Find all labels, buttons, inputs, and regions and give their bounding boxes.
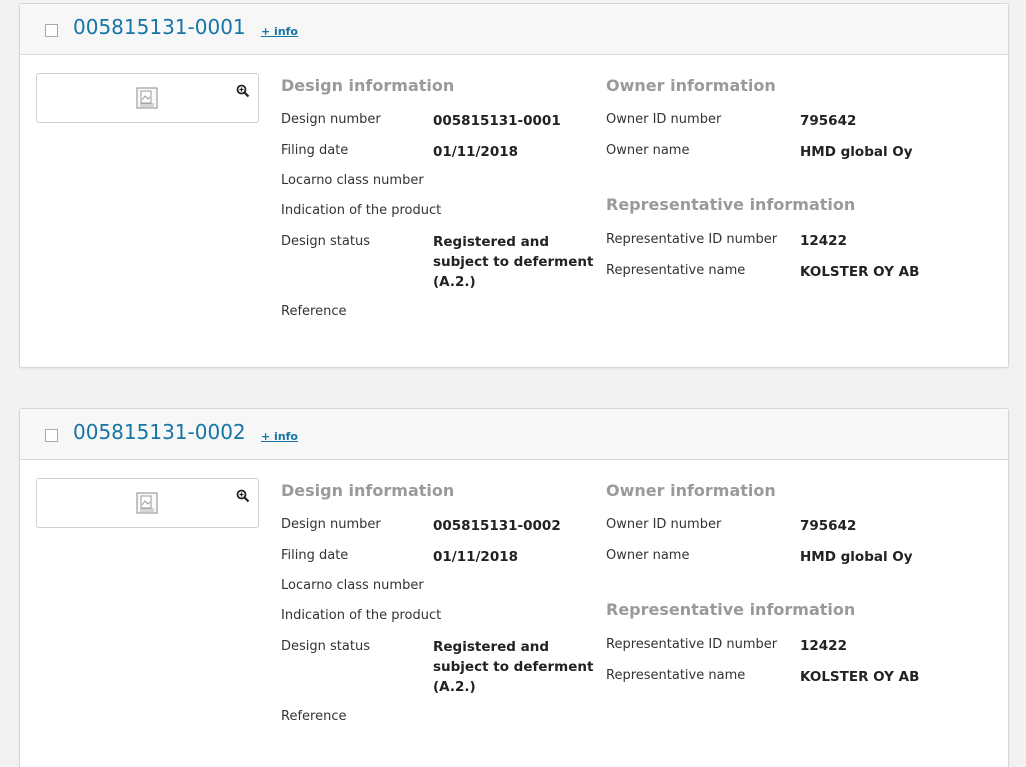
more-info-link[interactable]: + info — [261, 25, 298, 38]
representative-information-title: Representative information — [606, 600, 855, 619]
owner-name-value: HMD global Oy — [800, 547, 913, 567]
design-status-value: Registered and — [433, 232, 549, 252]
representative-name-value: KOLSTER OY AB — [800, 262, 919, 282]
design-status-label: Design status — [281, 234, 370, 249]
reference-label: Reference — [281, 304, 346, 319]
owner-name-label: Owner name — [606, 548, 689, 563]
result-card: 005815131-0002 + info Design informatio — [19, 408, 1009, 767]
select-checkbox[interactable] — [45, 24, 58, 37]
indication-label: Indication of the product — [281, 203, 441, 218]
design-number-label: Design number — [281, 112, 381, 127]
more-info-link[interactable]: + info — [261, 430, 298, 443]
broken-image-icon[interactable] — [136, 492, 158, 514]
owner-name-value: HMD global Oy — [800, 142, 913, 162]
broken-image-icon[interactable] — [136, 87, 158, 109]
design-number-value: 005815131-0002 — [433, 516, 561, 536]
result-card: 005815131-0001 + info Design informatio — [19, 3, 1009, 368]
zoom-in-icon[interactable] — [236, 489, 250, 503]
result-card-header: 005815131-0002 + info — [20, 409, 1008, 460]
representative-id-label: Representative ID number — [606, 232, 777, 247]
zoom-in-icon[interactable] — [236, 84, 250, 98]
design-id-link[interactable]: 005815131-0002 — [73, 420, 246, 444]
design-status-value-line2: subject to deferment — [433, 252, 593, 272]
filing-date-label: Filing date — [281, 548, 348, 563]
design-status-value-line3: (A.2.) — [433, 677, 476, 697]
filing-date-value: 01/11/2018 — [433, 547, 518, 567]
design-status-label: Design status — [281, 639, 370, 654]
design-information-title: Design information — [281, 481, 454, 500]
owner-information-title: Owner information — [606, 76, 776, 95]
owner-id-value: 795642 — [800, 516, 856, 536]
design-thumbnail — [36, 73, 259, 123]
locarno-class-label: Locarno class number — [281, 578, 424, 593]
select-checkbox[interactable] — [45, 429, 58, 442]
design-status-value-line3: (A.2.) — [433, 272, 476, 292]
representative-name-value: KOLSTER OY AB — [800, 667, 919, 687]
reference-label: Reference — [281, 709, 346, 724]
owner-name-label: Owner name — [606, 143, 689, 158]
owner-id-label: Owner ID number — [606, 112, 721, 127]
filing-date-value: 01/11/2018 — [433, 142, 518, 162]
design-number-label: Design number — [281, 517, 381, 532]
design-number-value: 005815131-0001 — [433, 111, 561, 131]
representative-name-label: Representative name — [606, 668, 745, 683]
search-results-list: 005815131-0001 + info Design informatio — [0, 0, 1026, 767]
owner-information-title: Owner information — [606, 481, 776, 500]
locarno-class-label: Locarno class number — [281, 173, 424, 188]
representative-id-value: 12422 — [800, 231, 847, 251]
representative-name-label: Representative name — [606, 263, 745, 278]
design-information-title: Design information — [281, 76, 454, 95]
representative-id-value: 12422 — [800, 636, 847, 656]
representative-id-label: Representative ID number — [606, 637, 777, 652]
design-status-value-line2: subject to deferment — [433, 657, 593, 677]
design-thumbnail — [36, 478, 259, 528]
indication-label: Indication of the product — [281, 608, 441, 623]
result-card-header: 005815131-0001 + info — [20, 4, 1008, 55]
owner-id-label: Owner ID number — [606, 517, 721, 532]
design-status-value: Registered and — [433, 637, 549, 657]
filing-date-label: Filing date — [281, 143, 348, 158]
owner-id-value: 795642 — [800, 111, 856, 131]
design-id-link[interactable]: 005815131-0001 — [73, 15, 246, 39]
representative-information-title: Representative information — [606, 195, 855, 214]
